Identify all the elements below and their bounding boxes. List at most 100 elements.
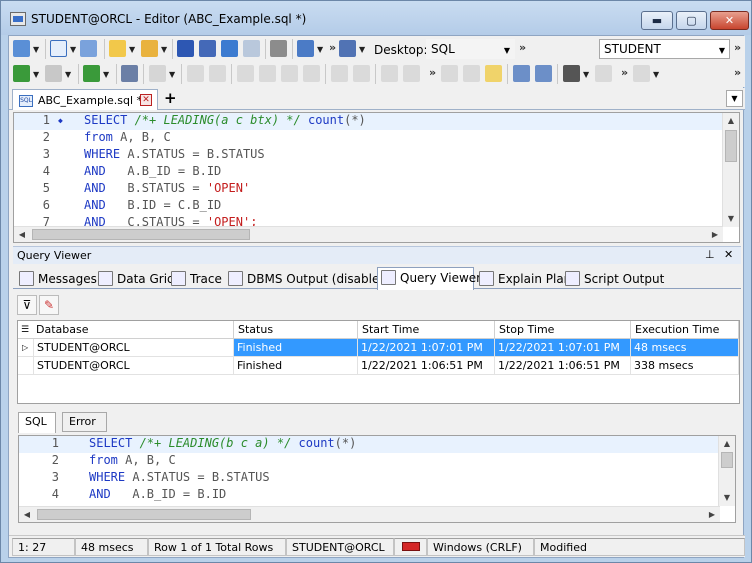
scroll-right-icon[interactable]: ▶	[707, 227, 723, 242]
toolbar-overflow-icon[interactable]: »	[734, 66, 741, 79]
uncomment-lines-icon[interactable]	[535, 65, 552, 82]
execute-icon[interactable]	[13, 65, 30, 82]
format-dropdown-arrow-icon[interactable]: ▼	[317, 45, 323, 54]
editor-vertical-scrollbar[interactable]: ▲ ▼	[722, 113, 739, 227]
tab-query-viewer[interactable]: Query Viewer	[377, 267, 481, 290]
scroll-left-icon[interactable]: ◀	[14, 227, 30, 242]
grid-menu-icon[interactable]: ☰	[21, 325, 29, 335]
rollback-icon[interactable]	[331, 65, 348, 82]
new-sql-icon[interactable]	[50, 40, 67, 57]
toolbar-overflow-icon[interactable]: »	[429, 66, 436, 79]
table-row[interactable]: STUDENT@ORCL Finished 1/22/2021 1:06:51 …	[18, 357, 739, 375]
scroll-thumb[interactable]	[721, 452, 733, 468]
find-binoculars-icon[interactable]	[563, 65, 580, 82]
sql-editor[interactable]: 1 ◆ SELECT /*+ LEADING(a c btx) */ count(*…	[13, 112, 740, 243]
cell-database[interactable]: STUDENT@ORCL	[34, 339, 234, 357]
cell-status[interactable]: Finished	[234, 339, 358, 357]
explain-plan-icon[interactable]	[121, 65, 138, 82]
tab-messages[interactable]: Messages	[16, 269, 102, 289]
scroll-left-icon[interactable]: ◀	[19, 507, 35, 522]
auto-replace-icon[interactable]	[633, 65, 650, 82]
cell-start-time[interactable]: 1/22/2021 1:07:01 PM	[358, 339, 495, 357]
desktop-dropdown-arrow-icon[interactable]: ▼	[359, 45, 365, 54]
tab-error[interactable]: Error	[62, 412, 107, 432]
code-line[interactable]: 3 WHERE A.STATUS = B.STATUS	[19, 470, 735, 487]
scroll-up-icon[interactable]: ▲	[723, 113, 739, 129]
viewer-horizontal-scrollbar[interactable]: ◀ ▶	[19, 506, 720, 522]
toolbar-overflow-icon[interactable]: »	[329, 41, 336, 54]
cell-stop-time[interactable]: 1/22/2021 1:06:51 PM	[495, 357, 631, 375]
toolbar-overflow-icon[interactable]: »	[519, 41, 526, 54]
open-recent-icon[interactable]	[141, 40, 158, 57]
tab-data-grid[interactable]: Data Grid	[95, 269, 175, 289]
step-out-icon[interactable]	[281, 65, 298, 82]
new-sql-dropdown-arrow-icon[interactable]: ▼	[70, 45, 76, 54]
cell-status[interactable]: Finished	[234, 357, 358, 375]
maximize-button[interactable]: ▢	[676, 11, 707, 30]
save-all-icon[interactable]	[221, 40, 238, 57]
desktop-select[interactable]: SQL ▼	[426, 39, 515, 59]
scroll-up-icon[interactable]: ▲	[719, 436, 735, 452]
stop-dropdown-arrow-icon[interactable]: ▼	[65, 70, 71, 79]
run-to-cursor-icon[interactable]	[303, 65, 320, 82]
viewer-vertical-scrollbar[interactable]: ▲ ▼	[718, 436, 735, 506]
column-header-execution-time[interactable]: Execution Time	[631, 321, 739, 339]
column-header-stop-time[interactable]: Stop Time	[495, 321, 631, 339]
code-line[interactable]: 2 from A, B, C	[14, 130, 739, 147]
clear-filter-icon[interactable]: ✎	[39, 295, 59, 315]
paste-icon[interactable]	[485, 65, 502, 82]
tab-trace[interactable]: Trace	[168, 269, 228, 289]
scroll-thumb[interactable]	[725, 130, 737, 162]
tab-script-output[interactable]: Script Output	[562, 269, 664, 289]
find-dropdown-arrow-icon[interactable]: ▼	[583, 70, 589, 79]
scroll-down-icon[interactable]: ▼	[719, 490, 735, 506]
code-line[interactable]: 1 SELECT /*+ LEADING(b c a) */ count(*)	[19, 436, 735, 453]
debug-dropdown-arrow-icon[interactable]: ▼	[169, 70, 175, 79]
copy-icon[interactable]	[463, 65, 480, 82]
save-as-icon[interactable]	[199, 40, 216, 57]
connect-dropdown-arrow-icon[interactable]: ▼	[33, 45, 39, 54]
column-header-start-time[interactable]: Start Time	[358, 321, 495, 339]
open-folder-icon[interactable]	[109, 40, 126, 57]
column-header-database[interactable]: Database	[18, 321, 234, 339]
editor-horizontal-scrollbar[interactable]: ◀ ▶	[14, 226, 723, 242]
refresh-icon[interactable]	[243, 40, 260, 57]
step-over-icon[interactable]	[237, 65, 254, 82]
query-history-grid[interactable]: Database Status Start Time Stop Time Exe…	[17, 320, 740, 404]
compile-deps-icon[interactable]	[403, 65, 420, 82]
desktop-switch-icon[interactable]	[339, 40, 356, 57]
tab-abc-example-sql[interactable]: SQL ABC_Example.sql * ✕	[12, 89, 158, 110]
disconnect-icon[interactable]	[80, 40, 97, 57]
minimize-button[interactable]: ▬	[641, 11, 673, 30]
close-tab-icon[interactable]: ✕	[140, 94, 152, 106]
sql-format-icon[interactable]	[297, 40, 314, 57]
toolbar-overflow-icon[interactable]: »	[621, 66, 628, 79]
find-next-icon[interactable]	[595, 65, 612, 82]
close-button[interactable]: ✕	[710, 11, 749, 30]
tab-list-dropdown-icon[interactable]: ▼	[726, 90, 743, 107]
cell-database[interactable]: STUDENT@ORCL	[34, 357, 234, 375]
tab-sql[interactable]: SQL	[18, 412, 56, 433]
watch-variable-icon[interactable]	[209, 65, 226, 82]
cell-stop-time[interactable]: 1/22/2021 1:07:01 PM	[495, 339, 631, 357]
open-dropdown-arrow-icon[interactable]: ▼	[129, 45, 135, 54]
comment-lines-icon[interactable]	[513, 65, 530, 82]
recent-dropdown-arrow-icon[interactable]: ▼	[161, 45, 167, 54]
cell-execution-time[interactable]: 48 msecs	[631, 339, 739, 357]
script-dropdown-arrow-icon[interactable]: ▼	[103, 70, 109, 79]
scroll-right-icon[interactable]: ▶	[704, 507, 720, 522]
code-line[interactable]: 2 from A, B, C	[19, 453, 735, 470]
new-tab-button[interactable]: +	[164, 89, 177, 107]
code-line[interactable]: 3 WHERE A.STATUS = B.STATUS	[14, 147, 739, 164]
pin-icon[interactable]: ⊥	[705, 248, 715, 261]
code-line[interactable]: 4 AND A.B_ID = B.ID	[19, 487, 735, 504]
filter-icon[interactable]: ⊽	[17, 295, 37, 315]
scroll-thumb[interactable]	[37, 509, 251, 520]
breakpoint-icon[interactable]	[187, 65, 204, 82]
cell-start-time[interactable]: 1/22/2021 1:06:51 PM	[358, 357, 495, 375]
code-line[interactable]: 4 AND A.B_ID = B.ID	[14, 164, 739, 181]
cut-icon[interactable]	[441, 65, 458, 82]
save-icon[interactable]	[177, 40, 194, 57]
commit-icon[interactable]	[353, 65, 370, 82]
step-into-icon[interactable]	[259, 65, 276, 82]
